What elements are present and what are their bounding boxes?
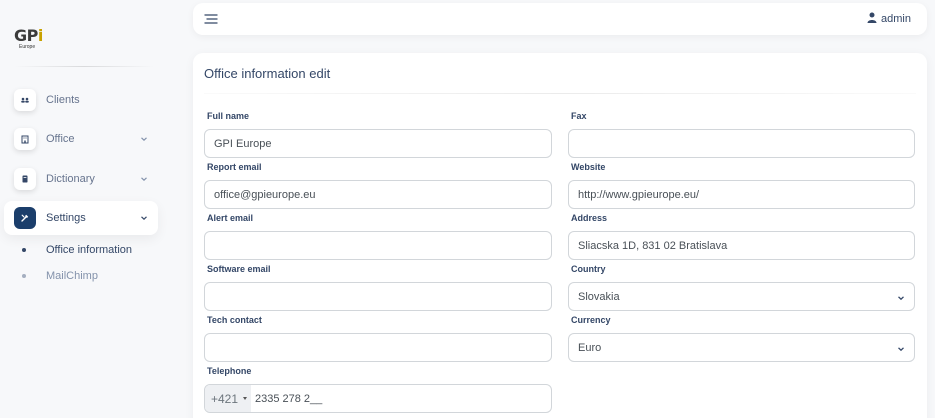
currency-select-value: Euro: [578, 341, 602, 354]
sidebar-item-label: Settings: [46, 212, 86, 224]
country-select[interactable]: Slovakia: [568, 282, 915, 311]
sidebar-divider: [14, 66, 154, 67]
logo-text: GPi: [14, 26, 43, 45]
chevron-down-icon: [897, 293, 905, 301]
sidebar-item-label: Clients: [46, 94, 80, 106]
user-name: admin: [881, 13, 911, 25]
bullet-icon: [22, 274, 26, 278]
country-select-value: Slovakia: [578, 290, 620, 303]
user-icon: [867, 10, 877, 28]
sidebar-item-settings[interactable]: Settings: [4, 201, 158, 235]
country-code-value: +421: [211, 391, 239, 406]
sidebar-item-label: Office: [46, 133, 75, 145]
address-input[interactable]: Sliacska 1D, 831 02 Bratislava: [568, 231, 915, 260]
dictionary-icon: [14, 168, 36, 190]
tech-contact-label: Tech contact: [207, 315, 262, 325]
logo-subtext: Europe: [19, 44, 36, 50]
telephone-value: 2335 278 2__: [255, 392, 323, 405]
website-label: Website: [571, 162, 606, 172]
full-name-label: Full name: [207, 111, 250, 121]
full-name-input[interactable]: GPI Europe: [204, 129, 552, 158]
clients-icon: [14, 89, 36, 111]
chevron-down-icon: [140, 214, 148, 222]
top-navbar: admin: [193, 3, 927, 35]
alert-email-input[interactable]: [204, 231, 552, 260]
telephone-label: Telephone: [207, 366, 252, 376]
country-label: Country: [571, 264, 606, 274]
country-code-select[interactable]: +421: [205, 385, 251, 412]
chevron-down-icon: [140, 175, 148, 183]
settings-icon: [14, 207, 36, 229]
caret-down-icon: [243, 397, 248, 400]
chevron-down-icon: [897, 344, 905, 352]
sidebar-item-clients[interactable]: Clients: [4, 83, 158, 117]
sidebar-item-dictionary[interactable]: Dictionary: [4, 162, 158, 196]
sidebar-subitem-label: Office information: [46, 244, 133, 256]
address-label: Address: [571, 213, 608, 223]
report-email-input[interactable]: office@gpieurope.eu: [204, 180, 552, 209]
sidebar-item-office[interactable]: Office: [4, 122, 158, 156]
sidebar: GPi Europe Clients Office Dictionary Set…: [0, 0, 176, 418]
currency-select[interactable]: Euro: [568, 333, 915, 362]
fax-input[interactable]: [568, 129, 915, 158]
software-email-input[interactable]: [204, 282, 552, 311]
website-input[interactable]: http://www.gpieurope.eu/: [568, 180, 915, 209]
currency-label: Currency: [571, 315, 611, 325]
office-info-card: Office information edit Full name GPI Eu…: [193, 53, 927, 418]
sidebar-subitem-label: MailChimp: [46, 270, 98, 282]
user-menu[interactable]: admin: [867, 12, 911, 26]
report-email-label: Report email: [207, 162, 262, 172]
alert-email-label: Alert email: [207, 213, 254, 223]
card-divider: [204, 93, 916, 94]
tech-contact-input[interactable]: [204, 333, 552, 362]
office-icon: [14, 128, 36, 150]
sidebar-subitem-mailchimp[interactable]: MailChimp: [22, 268, 98, 284]
app-root: GPi Europe Clients Office Dictionary Set…: [0, 0, 935, 418]
brand-logo[interactable]: GPi Europe: [14, 26, 50, 52]
fax-label: Fax: [571, 111, 587, 121]
software-email-label: Software email: [207, 264, 271, 274]
telephone-input[interactable]: +421 2335 278 2__: [204, 384, 552, 413]
menu-icon[interactable]: [204, 12, 218, 26]
sidebar-item-label: Dictionary: [46, 173, 95, 185]
chevron-down-icon: [140, 135, 148, 143]
sidebar-subitem-office-information[interactable]: Office information: [22, 242, 132, 258]
bullet-icon: [22, 248, 26, 252]
page-title: Office information edit: [204, 66, 331, 81]
